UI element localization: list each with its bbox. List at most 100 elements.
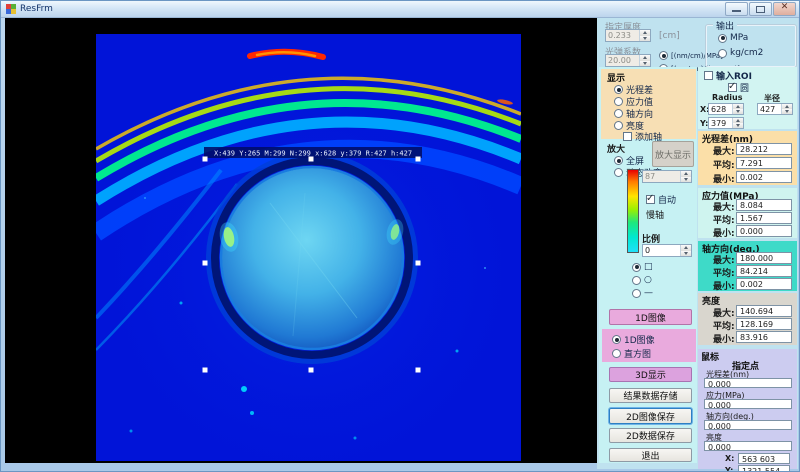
min-label: 最小: xyxy=(713,279,735,292)
mouse-field-value: 0.000 xyxy=(704,441,792,451)
radio-icon xyxy=(718,49,727,58)
slow-axis-label: 慢轴 xyxy=(646,208,664,221)
radio-icon xyxy=(659,51,668,60)
spinner-down-icon[interactable] xyxy=(733,109,743,114)
mouse-x-label: X: xyxy=(725,454,734,463)
min-value: 0.002 xyxy=(736,278,792,290)
heatmap-viewport[interactable]: X:439 Y:265 M:299 N:299 x:628 y:379 R:42… xyxy=(5,18,597,463)
level-spinner[interactable]: 87 xyxy=(642,170,692,183)
avg-value: 7.291 xyxy=(736,157,792,169)
thickness-spinner[interactable]: 0.233 xyxy=(605,29,651,42)
mouse-field-value: 0.000 xyxy=(704,420,792,430)
save-data-button[interactable]: 2D数据保存 xyxy=(609,428,692,443)
spinner-down-icon[interactable] xyxy=(640,61,650,67)
spinner-down-icon[interactable] xyxy=(733,123,743,128)
radio-icon xyxy=(614,97,623,106)
view-mode-panel: 1D图像 直方图 xyxy=(602,329,696,362)
spinner-down-icon[interactable] xyxy=(640,36,650,42)
thickness-unit-label: [cm] xyxy=(659,31,680,41)
checkbox-icon xyxy=(728,83,737,92)
output-group-title: 输出 xyxy=(713,19,737,32)
marker-option-square[interactable]: □ xyxy=(632,262,653,272)
min-label: 最小: xyxy=(713,226,735,239)
dish xyxy=(209,155,415,361)
radio-icon xyxy=(632,276,641,285)
avg-label: 平均: xyxy=(713,158,735,171)
radio-icon xyxy=(632,289,641,298)
radio-icon xyxy=(614,168,623,177)
radio-icon xyxy=(612,349,621,358)
zoom-display-button[interactable]: 放大显示 xyxy=(652,141,694,167)
mouse-title: 鼠标 xyxy=(701,350,719,363)
min-value: 0.002 xyxy=(736,171,792,183)
auto-checkbox[interactable]: 自动 xyxy=(646,193,676,206)
scale-spinner[interactable]: 0 xyxy=(642,244,692,257)
roi-radius-spinner[interactable]: 427 xyxy=(757,103,793,115)
roi-y-spinner[interactable]: 379 xyxy=(708,117,744,129)
marker-option-circle[interactable]: ○ xyxy=(632,275,652,285)
min-value: 0.000 xyxy=(736,225,792,237)
max-label: 最大: xyxy=(713,144,735,157)
spinner-down-icon[interactable] xyxy=(681,251,691,257)
checkbox-icon xyxy=(704,71,713,80)
mouse-panel: 鼠标 指定点 光程差(nm) 0.000 应力(MPa) 0.000 轴方向(d… xyxy=(698,349,797,469)
max-label: 最大: xyxy=(713,200,735,213)
output-option-kg[interactable]: kg/cm2 xyxy=(718,48,763,58)
mouse-y-label: Y: xyxy=(725,466,733,472)
mouse-field-value: 0.000 xyxy=(704,399,792,409)
mouse-x-value: 563 603 xyxy=(738,453,790,464)
save-image-button[interactable]: 2D图像保存 xyxy=(609,408,692,424)
checkbox-icon xyxy=(623,132,632,141)
avg-value: 128.169 xyxy=(736,318,792,330)
view-option-image[interactable]: 1D图像 xyxy=(612,333,655,346)
max-value: 140.694 xyxy=(736,305,792,317)
maximize-button[interactable] xyxy=(749,2,772,16)
radio-icon xyxy=(612,335,621,344)
save-result-button[interactable]: 结果数据存储 xyxy=(609,388,692,403)
max-label: 最大: xyxy=(713,306,735,319)
view-option-histogram[interactable]: 直方图 xyxy=(612,347,651,360)
min-value: 83.916 xyxy=(736,331,792,343)
max-value: 180.000 xyxy=(736,252,792,264)
avg-label: 平均: xyxy=(713,266,735,279)
radio-icon xyxy=(614,109,623,118)
svg-text:X:439 Y:265 M:299 N:299 x:628: X:439 Y:265 M:299 N:299 x:628 y:379 R:42… xyxy=(214,150,412,158)
roi-annotation: X:439 Y:265 M:299 N:299 x:628 y:379 R:42… xyxy=(204,147,422,158)
max-value: 28.212 xyxy=(736,143,792,155)
spinner-down-icon[interactable] xyxy=(681,177,691,183)
max-label: 最大: xyxy=(713,253,735,266)
marker-option-line[interactable]: — xyxy=(632,288,653,298)
radio-icon xyxy=(614,85,623,94)
checkbox-icon xyxy=(646,195,655,204)
image-1d-button[interactable]: 1D图像 xyxy=(609,309,692,325)
minimize-button[interactable] xyxy=(725,2,748,16)
spinner-down-icon[interactable] xyxy=(782,109,792,114)
avg-value: 1.567 xyxy=(736,212,792,224)
output-groupbox: 输出 MPa kg/cm2 xyxy=(705,24,797,68)
avg-value: 84.214 xyxy=(736,265,792,277)
heatmap-image[interactable]: X:439 Y:265 M:299 N:299 x:628 y:379 R:42… xyxy=(5,18,597,463)
display-panel: 显示 光程差 应力值 轴方向 亮度 添加轴 xyxy=(601,69,696,139)
app-window: ResFrm xyxy=(0,0,800,472)
roi-x-spinner[interactable]: 628 xyxy=(708,103,744,115)
title-bar: ResFrm xyxy=(1,1,799,18)
radius-en-label: Radius xyxy=(712,93,742,102)
stress-stats-panel: 应力值(MPa) 最大: 8.084 平均: 1.567 最小: 0.000 xyxy=(698,188,797,238)
radio-icon xyxy=(632,263,641,272)
radio-icon xyxy=(718,34,727,43)
show-3d-button[interactable]: 3D显示 xyxy=(609,367,692,382)
min-label: 最小: xyxy=(713,332,735,345)
mouse-y-value: 1321 554 xyxy=(738,465,790,472)
heatmap-field xyxy=(96,34,521,461)
output-option-mpa[interactable]: MPa xyxy=(718,33,748,43)
roi-panel: 输入ROI 圆 Radius 半径 X: 628 427 Y: 379 xyxy=(698,67,797,129)
close-button[interactable] xyxy=(773,2,796,16)
axis-stats-panel: 轴方向(deg.) 最大: 180.000 平均: 84.214 最小: 0.0… xyxy=(698,241,797,291)
mouse-field-value: 0.000 xyxy=(704,378,792,388)
avg-label: 平均: xyxy=(713,213,735,226)
radio-icon xyxy=(614,121,623,130)
color-scale-bar xyxy=(627,169,639,253)
exit-button[interactable]: 退出 xyxy=(609,448,692,462)
min-label: 最小: xyxy=(713,172,735,185)
coef-spinner[interactable]: 20.00 xyxy=(605,54,651,67)
